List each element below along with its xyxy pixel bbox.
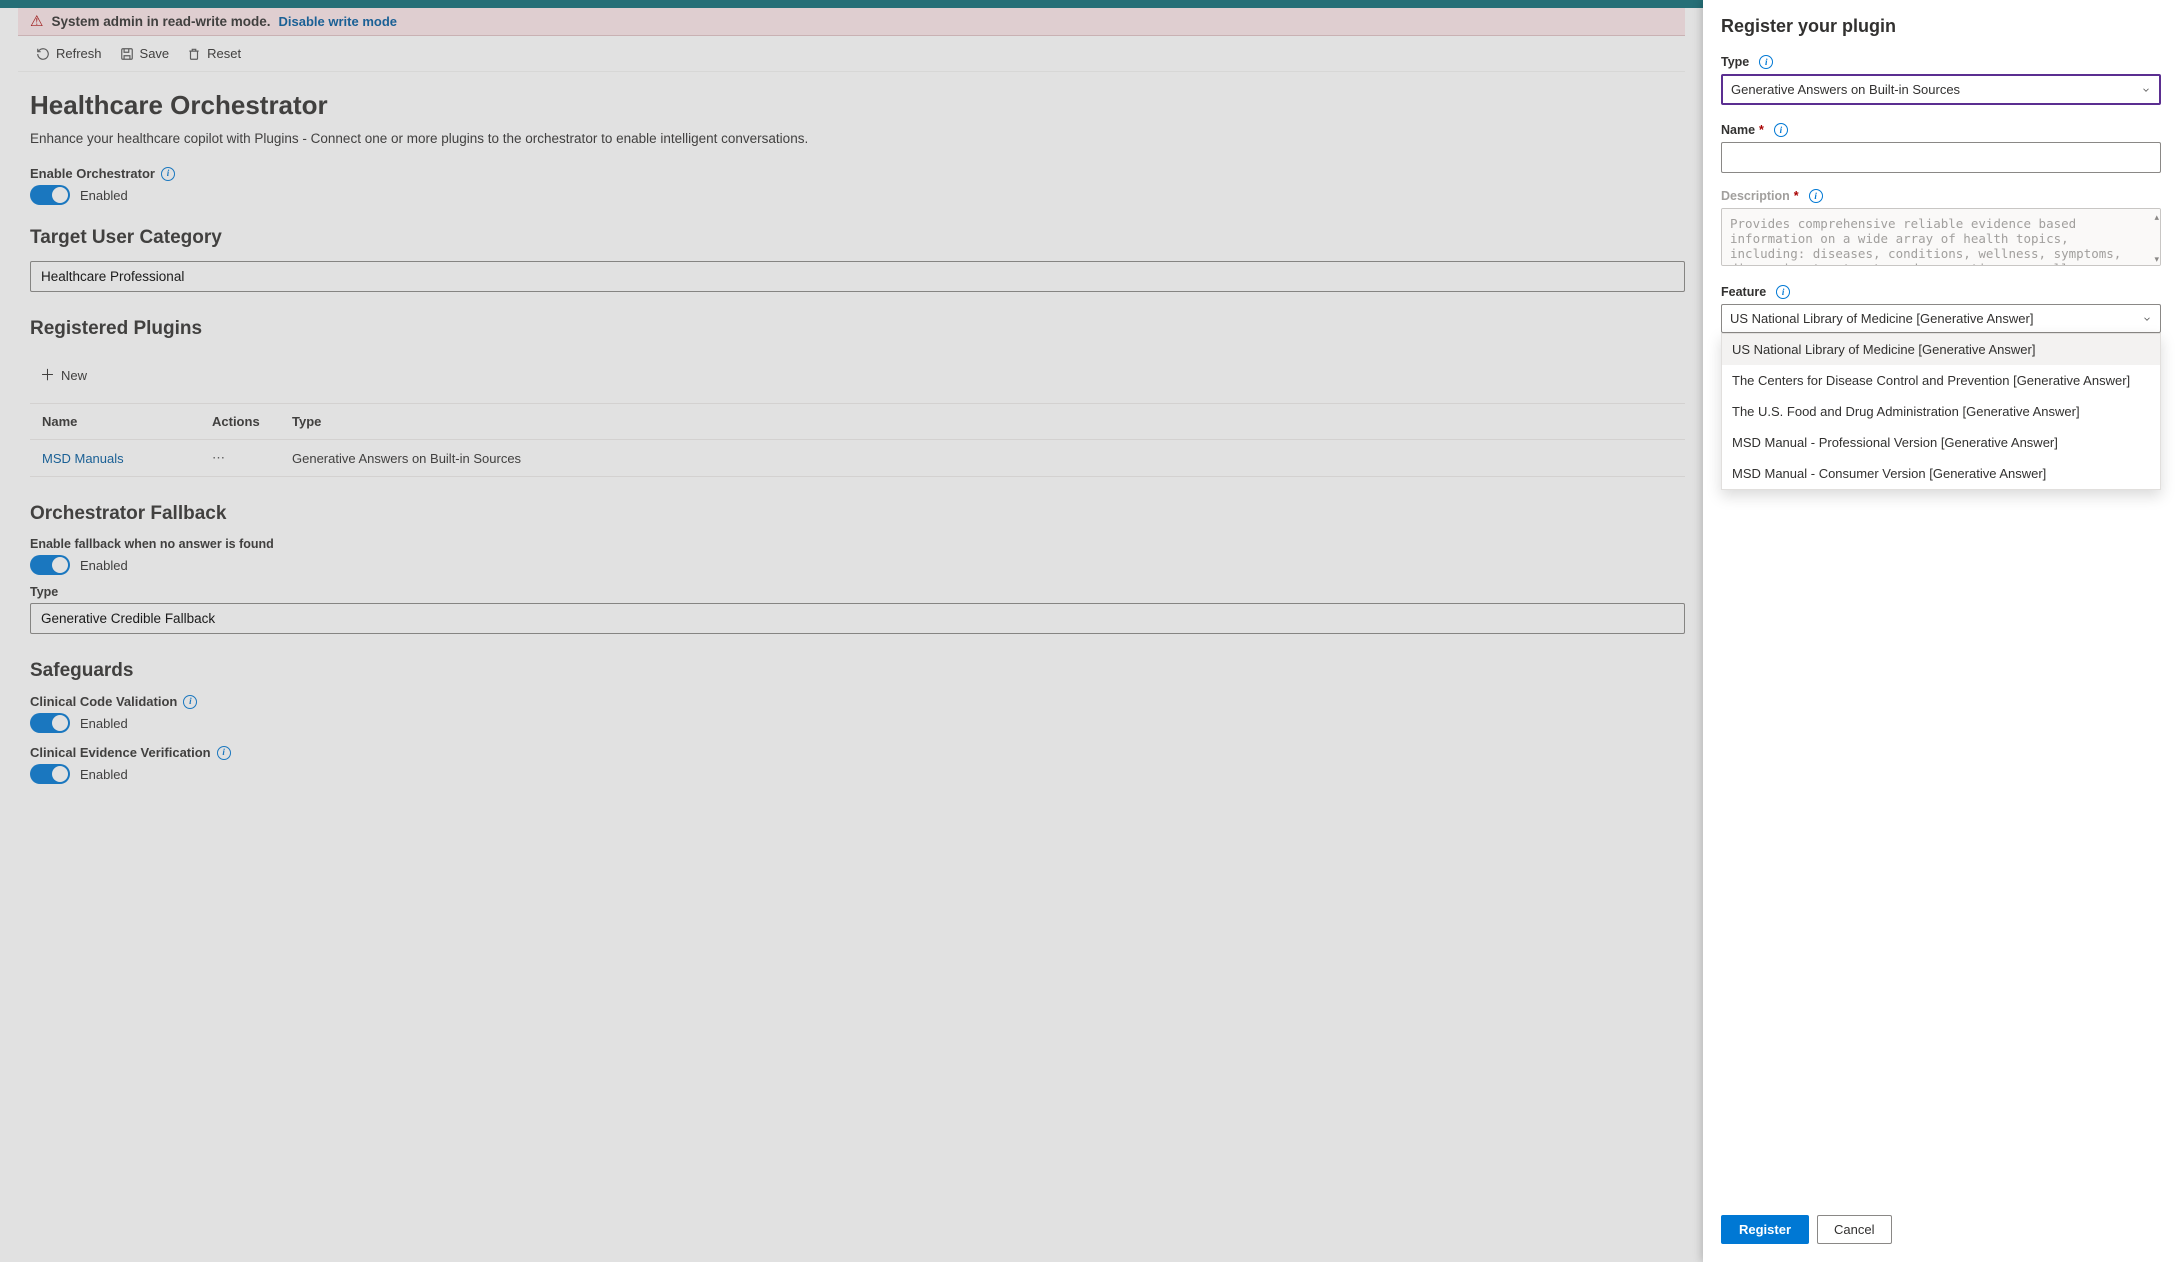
chevron-down-icon [2142, 314, 2152, 324]
feature-option[interactable]: MSD Manual - Consumer Version [Generativ… [1722, 458, 2160, 489]
chevron-down-icon [2141, 85, 2151, 95]
panel-feature-value: US National Library of Medicine [Generat… [1730, 311, 2033, 326]
panel-type-select[interactable]: Generative Answers on Built-in Sources [1721, 74, 2161, 105]
info-icon[interactable]: i [1809, 189, 1823, 203]
info-icon[interactable]: i [1759, 55, 1773, 69]
panel-feature-select[interactable]: US National Library of Medicine [Generat… [1721, 304, 2161, 333]
main-area: ⚠ System admin in read-write mode. Disab… [0, 0, 1703, 1262]
panel-name-input[interactable] [1721, 142, 2161, 173]
panel-name-label: Name [1721, 123, 1755, 137]
feature-dropdown-menu: US National Library of Medicine [Generat… [1721, 333, 2161, 490]
register-button[interactable]: Register [1721, 1215, 1809, 1244]
panel-title: Register your plugin [1721, 16, 2161, 37]
panel-feature-label: Feature [1721, 285, 1766, 299]
feature-option[interactable]: US National Library of Medicine [Generat… [1722, 334, 2160, 365]
register-plugin-panel: Register your plugin Type i Generative A… [1703, 0, 2179, 1262]
panel-type-value: Generative Answers on Built-in Sources [1731, 82, 1960, 97]
panel-desc-textarea[interactable]: Provides comprehensive reliable evidence… [1721, 208, 2161, 266]
panel-type-label: Type [1721, 55, 1749, 69]
info-icon[interactable]: i [1774, 123, 1788, 137]
panel-desc-label: Description [1721, 189, 1790, 203]
feature-option[interactable]: The U.S. Food and Drug Administration [G… [1722, 396, 2160, 427]
panel-footer: Register Cancel [1703, 1205, 2179, 1262]
info-icon[interactable]: i [1776, 285, 1790, 299]
feature-option[interactable]: MSD Manual - Professional Version [Gener… [1722, 427, 2160, 458]
modal-overlay[interactable] [0, 0, 1703, 1262]
cancel-button[interactable]: Cancel [1817, 1215, 1891, 1244]
feature-option[interactable]: The Centers for Disease Control and Prev… [1722, 365, 2160, 396]
textarea-scrollbar[interactable]: ▴ [2154, 212, 2159, 223]
app-root: ⚠ System admin in read-write mode. Disab… [0, 0, 2179, 1262]
scroll-down-icon: ▾ [2154, 254, 2159, 265]
scroll-up-icon: ▴ [2154, 212, 2159, 223]
